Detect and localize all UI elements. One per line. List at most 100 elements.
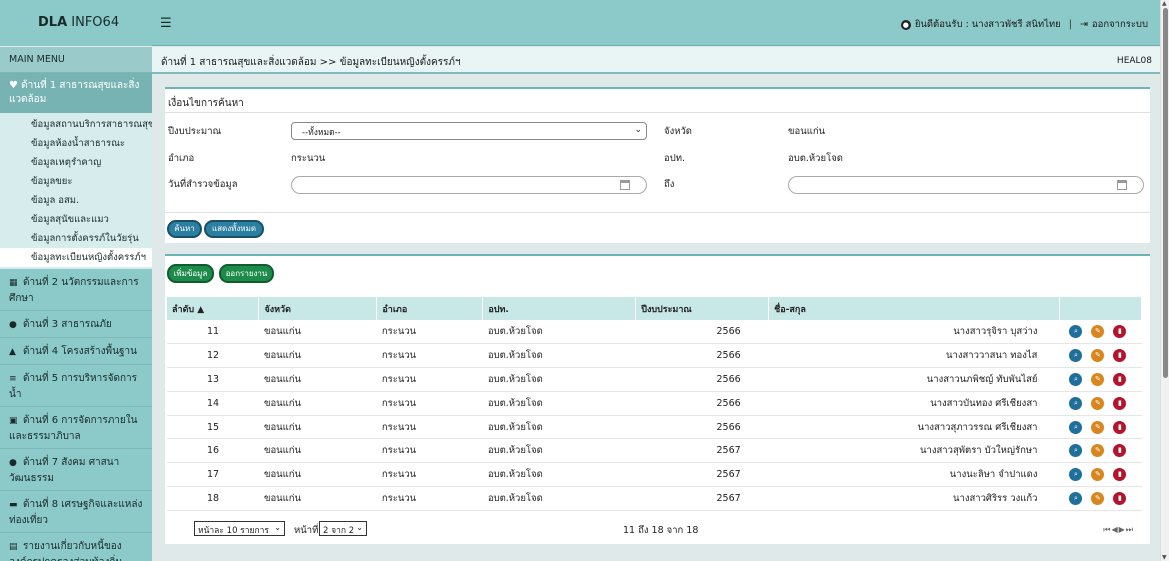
sidebar-item-education[interactable]: ▦ ด้านที่ 2 นวัตกรรมและการศึกษา xyxy=(0,269,152,311)
budget-year-select[interactable]: --ทั้งหมด-- ⌄ xyxy=(291,122,647,140)
delete-icon[interactable]: ▮ xyxy=(1113,325,1127,339)
submenu-item[interactable]: ข้อมูลห้องน้ำสาธารณะ xyxy=(0,134,152,153)
sidebar-item-disaster[interactable]: ● ด้านที่ 3 สาธารณภัย xyxy=(0,311,152,338)
edit-icon[interactable]: ✎ xyxy=(1091,491,1105,505)
col-header-province[interactable]: จังหวัด xyxy=(258,297,378,320)
search-icon[interactable]: ⌕ xyxy=(1069,396,1083,410)
edit-icon[interactable]: ✎ xyxy=(1091,349,1105,363)
search-button[interactable]: ค้นหา xyxy=(167,220,202,238)
date-from-input[interactable] xyxy=(291,176,647,194)
col-header-no[interactable]: ลำดับ ▲ xyxy=(167,297,260,320)
data-table: ลำดับ ▲ จังหวัด อำเภอ อปท. ปีงบประมาณ ชื… xyxy=(167,297,1143,511)
scroll-down-icon[interactable]: ▼ xyxy=(1162,554,1167,561)
submenu-item[interactable]: ข้อมูล อสม. xyxy=(0,191,152,210)
user-icon: ● xyxy=(900,19,911,30)
search-icon[interactable]: ⌕ xyxy=(1069,468,1083,482)
sidebar-item-label: ด้านที่ 2 นวัตกรรมและการศึกษา xyxy=(9,277,139,304)
delete-icon[interactable]: ▮ xyxy=(1113,349,1127,363)
lao-value: อบต.ห้วยโจด xyxy=(788,153,843,164)
table-row: 16 ขอนแก่น กระนวน อบต.ห้วยโจด 2567 นางสาวสุพั… xyxy=(167,438,1142,464)
search-icon[interactable]: ⌕ xyxy=(1069,325,1083,339)
edit-icon[interactable]: ✎ xyxy=(1091,372,1105,386)
col-header-lao[interactable]: อปท. xyxy=(482,297,637,320)
menu-toggle-icon[interactable]: ☰ xyxy=(160,16,172,31)
edit-icon[interactable]: ✎ xyxy=(1091,444,1105,458)
table-row: 18 ขอนแก่น กระนวน อบต.ห้วยโจด 2567 นางสาวศิริ… xyxy=(167,486,1142,511)
submenu-item[interactable]: ข้อมูลการตั้งครรภ์ในวัยรุ่น xyxy=(0,229,152,248)
calendar-icon[interactable] xyxy=(1117,180,1127,190)
cell-province: ขอนแก่น xyxy=(258,438,377,464)
user-area: ● ยินดีต้อนรับ : นางสาวพัชรี สนิทไทย | ⇥… xyxy=(900,17,1148,32)
page-label: หน้าที่ xyxy=(294,525,319,536)
page-scrollbar[interactable]: ▲ ▼ xyxy=(1160,0,1169,561)
per-page-value: หน้าละ 10 รายการ xyxy=(198,526,269,536)
cell-district: กระนวน xyxy=(376,438,483,464)
delete-icon[interactable]: ▮ xyxy=(1113,372,1127,386)
submenu-item[interactable]: ข้อมูลขยะ xyxy=(0,172,152,191)
pager-nav-icons[interactable]: ⏮◀▶⏭ xyxy=(1103,525,1134,535)
edit-icon[interactable]: ✎ xyxy=(1091,325,1105,339)
sidebar-item-economy[interactable]: ▬ ด้านที่ 8 เศรษฐกิจและแหล่งท่องเที่ยว xyxy=(0,491,152,533)
sidebar-item-health[interactable]: ♥ ด้านที่ 1 สาธารณสุขและสิ่งแวดล้อม xyxy=(0,73,152,113)
to-label: ถึง xyxy=(664,179,675,190)
document-icon: ▤ xyxy=(9,542,18,552)
scroll-up-icon[interactable]: ▲ xyxy=(1162,0,1167,7)
submenu-item-selected[interactable]: ข้อมูลทะเบียนหญิงตั้งครรภ์ฯ xyxy=(0,248,152,267)
search-icon[interactable]: ⌕ xyxy=(1069,420,1083,434)
sidebar-item-infrastructure[interactable]: ▲ ด้านที่ 4 โครงสร้างพื้นฐาน xyxy=(0,338,152,365)
row-actions: ⌕ ✎ ▮ xyxy=(1059,325,1141,339)
cell-province: ขอนแก่น xyxy=(258,415,377,440)
edit-icon[interactable]: ✎ xyxy=(1091,468,1105,482)
col-header-district[interactable]: อำเภอ xyxy=(376,297,484,320)
cell-name: นางสาวสุพัตรา บัวใหญ่รักษา xyxy=(768,438,1060,464)
divider: | xyxy=(1068,19,1072,30)
sidebar-item-label: ด้านที่ 3 สาธารณภัย xyxy=(23,319,112,330)
cell-year: 2566 xyxy=(635,367,769,392)
delete-icon[interactable]: ▮ xyxy=(1113,491,1127,505)
logout-link[interactable]: ออกจากระบบ xyxy=(1092,17,1148,32)
col-header-name[interactable]: ชื่อ-สกุล xyxy=(768,297,1060,320)
delete-icon[interactable]: ▮ xyxy=(1113,444,1127,458)
chevron-down-icon: ⌄ xyxy=(634,125,642,135)
chevron-down-icon: ⌄ xyxy=(356,523,363,532)
sidebar-item-governance[interactable]: ▣ ด้านที่ 6 การจัดการภายในและธรรมาภิบาล xyxy=(0,407,152,449)
budget-year-label: ปีงบประมาณ xyxy=(168,126,222,137)
table-header-row: ลำดับ ▲ จังหวัด อำเภอ อปท. ปีงบประมาณ ชื… xyxy=(167,297,1143,320)
sidebar-item-water[interactable]: ≡ ด้านที่ 5 การบริหารจัดการน้ำ xyxy=(0,365,152,407)
edit-icon[interactable]: ✎ xyxy=(1091,420,1105,434)
page-select[interactable]: 2 จาก 2 ⌄ xyxy=(319,521,367,536)
date-to-input[interactable] xyxy=(788,176,1144,194)
record-range: 11 ถึง 18 จาก 18 xyxy=(623,525,699,536)
delete-icon[interactable]: ▮ xyxy=(1113,468,1127,482)
show-all-button[interactable]: แสดงทั้งหมด xyxy=(204,220,264,238)
add-data-button[interactable]: เพิ่มข้อมูล xyxy=(167,264,214,283)
cell-actions: ⌕ ✎ ▮ xyxy=(1059,486,1142,511)
per-page-select[interactable]: หน้าละ 10 รายการ ⌄ xyxy=(194,521,285,536)
search-icon[interactable]: ⌕ xyxy=(1069,349,1083,363)
cell-district: กระนวน xyxy=(376,486,483,511)
search-icon[interactable]: ⌕ xyxy=(1069,372,1083,386)
logout-icon[interactable]: ⇥ xyxy=(1080,19,1088,30)
export-report-button[interactable]: ออกรายงาน xyxy=(219,264,274,283)
calendar-icon[interactable] xyxy=(620,180,630,190)
sidebar-item-society[interactable]: ● ด้านที่ 7 สังคม ศาสนา วัฒนธรรม xyxy=(0,449,152,491)
col-header-year[interactable]: ปีงบประมาณ xyxy=(635,297,770,320)
cell-no: 12 xyxy=(167,343,259,369)
app-logo[interactable]: DLA INFO64 xyxy=(0,0,152,46)
cell-no: 13 xyxy=(167,367,259,392)
row-actions: ⌕ ✎ ▮ xyxy=(1059,372,1141,386)
submenu-item[interactable]: ข้อมูลเหตุรำคาญ xyxy=(0,153,152,172)
search-icon[interactable]: ⌕ xyxy=(1069,444,1083,458)
submenu-item[interactable]: ข้อมูลสถานบริการสาธารณสุข xyxy=(0,115,152,134)
submenu-item[interactable]: ข้อมูลสุนัขและแมว xyxy=(0,210,152,229)
delete-icon[interactable]: ▮ xyxy=(1113,396,1127,410)
scrollbar-thumb[interactable] xyxy=(1163,8,1168,378)
delete-icon[interactable]: ▮ xyxy=(1113,420,1127,434)
sidebar-item-debt-report[interactable]: ▤รายงานเกี่ยวกับหนี้ขององค์กรปกครองส่วนท… xyxy=(0,533,152,561)
search-icon[interactable]: ⌕ xyxy=(1069,491,1083,505)
cell-year: 2567 xyxy=(635,438,769,464)
row-actions: ⌕ ✎ ▮ xyxy=(1059,491,1141,505)
cell-no: 14 xyxy=(167,391,259,416)
cell-year: 2567 xyxy=(635,486,769,511)
edit-icon[interactable]: ✎ xyxy=(1091,396,1105,410)
